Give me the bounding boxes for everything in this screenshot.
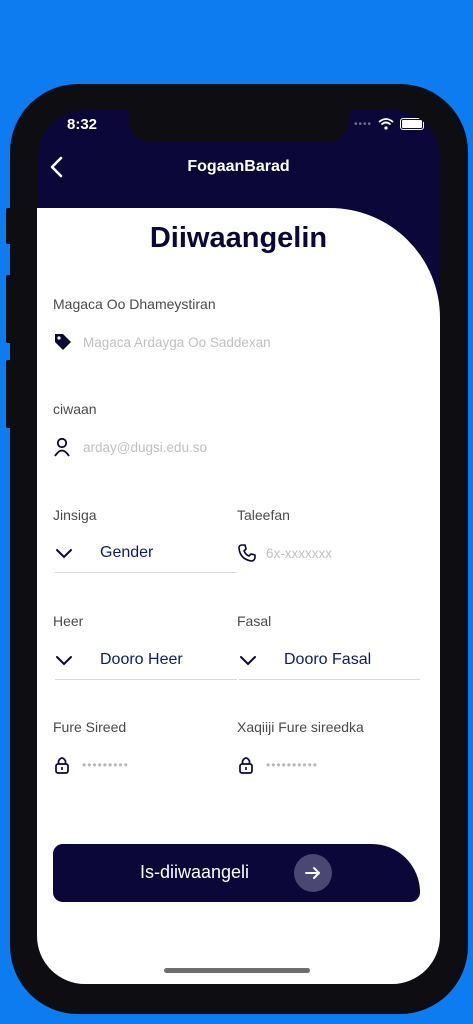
page-title: Diiwaangelin: [149, 222, 328, 254]
gender-label: Jinsiga: [53, 507, 97, 523]
phone-placeholder: 6x-xxxxxxx: [266, 545, 333, 561]
arrow-right-icon: [294, 854, 332, 892]
full-name-field[interactable]: Magaca Ardayga Oo Saddexan: [53, 330, 413, 354]
confirm-password-label: Xaqiiji Fure sireedka: [237, 719, 364, 735]
signal-icon: ••••: [353, 118, 372, 130]
class-label: Fasal: [237, 613, 272, 629]
email-label: ciwaan: [53, 401, 97, 417]
gender-select[interactable]: Gender: [53, 540, 235, 566]
phone-label: Taleefan: [237, 507, 290, 523]
person-icon: [54, 437, 70, 457]
home-indicator[interactable]: [164, 968, 310, 973]
chevron-down-icon: [56, 549, 72, 559]
chevron-down-icon: [240, 656, 256, 666]
gender-value: Gender: [100, 544, 154, 561]
phone-icon: [238, 544, 256, 562]
email-field[interactable]: arday@dugsi.edu.so: [53, 435, 413, 459]
wifi-icon: [378, 118, 394, 130]
level-select[interactable]: Dooro Heer: [53, 647, 235, 673]
notch: [129, 110, 349, 142]
confirm-password-placeholder: ••••••••••: [266, 758, 319, 772]
register-button-label: Is-diiwaangeli: [140, 862, 250, 882]
battery-icon: [400, 118, 424, 130]
full-name-placeholder: Magaca Ardayga Oo Saddexan: [83, 334, 271, 350]
gender-underline: [55, 572, 237, 573]
nav-title: FogaanBarad: [187, 158, 290, 175]
level-value: Dooro Heer: [100, 651, 183, 668]
class-underline: [239, 679, 420, 680]
lock-icon: [239, 757, 253, 774]
lock-icon: [55, 757, 69, 774]
full-name-label: Magaca Oo Dhameystiran: [53, 296, 216, 312]
email-placeholder: arday@dugsi.edu.so: [83, 439, 208, 455]
level-label: Heer: [53, 613, 84, 629]
class-value: Dooro Fasal: [284, 651, 372, 668]
register-button[interactable]: Is-diiwaangeli: [53, 844, 420, 902]
status-time: 8:32: [67, 116, 98, 133]
tag-icon: [55, 334, 71, 350]
app-screen: 8:32 •••• FogaanBarad Diiwaangelin Magac…: [37, 110, 440, 984]
phone-field[interactable]: 6x-xxxxxxx: [237, 541, 417, 565]
registration-card: Diiwaangelin Magaca Oo Dhameystiran Maga…: [37, 208, 440, 984]
password-placeholder: •••••••••: [82, 758, 129, 772]
status-icons: ••••: [354, 118, 424, 130]
class-select[interactable]: Dooro Fasal: [237, 647, 419, 673]
password-field[interactable]: •••••••••: [53, 753, 233, 777]
confirm-password-field[interactable]: ••••••••••: [237, 753, 417, 777]
level-underline: [55, 679, 237, 680]
password-label: Fure Sireed: [53, 719, 127, 735]
chevron-down-icon: [56, 656, 72, 666]
